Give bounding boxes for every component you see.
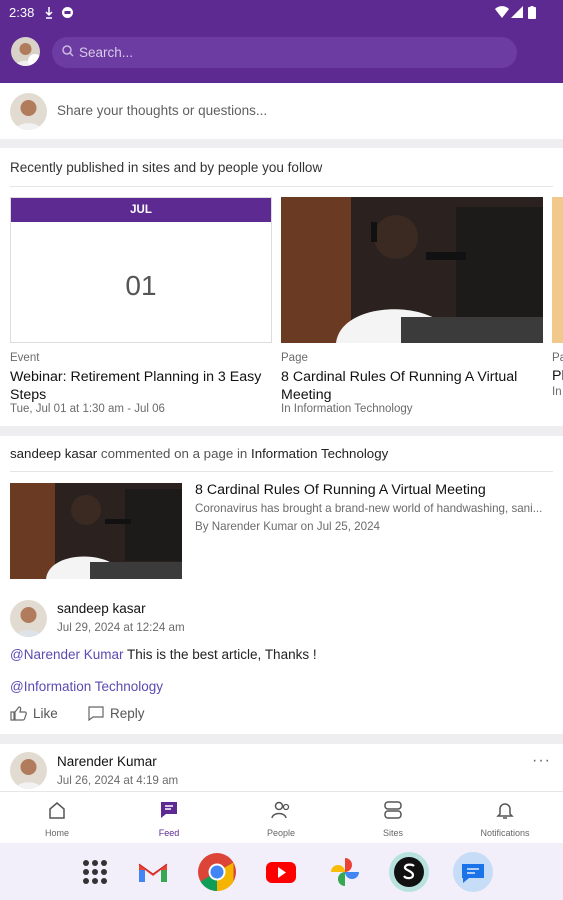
- nav-feed[interactable]: Feed: [124, 800, 214, 838]
- calendar-day: 01: [125, 270, 157, 301]
- site-name[interactable]: Information Technology: [251, 446, 388, 461]
- feed-post: Narender Kumar Jul 26, 2024 at 4:19 am ·…: [0, 744, 563, 794]
- thumbs-up-icon: [10, 706, 27, 721]
- search-input[interactable]: Search...: [79, 45, 133, 60]
- avatar-image: [15, 759, 42, 789]
- like-label: Like: [33, 706, 58, 721]
- actor-name[interactable]: sandeep kasar: [10, 446, 97, 461]
- item-meta: In: [552, 386, 562, 398]
- item-meta: In Information Technology: [281, 403, 413, 415]
- recent-item-partial-thumbnail[interactable]: [552, 197, 563, 343]
- calendar-month: JUL: [11, 198, 271, 222]
- calendar-thumbnail: JUL 01: [10, 197, 272, 343]
- sites-icon: [384, 801, 402, 819]
- menu-badge-icon: [28, 54, 40, 66]
- youtube-logo: [266, 862, 296, 883]
- site-mention[interactable]: @Information Technology: [10, 679, 163, 694]
- activity-action: commented on a page in: [97, 446, 251, 461]
- nav-sites[interactable]: Sites: [348, 800, 438, 838]
- item-title[interactable]: Webinar: Retirement Planning in 3 Easy S…: [10, 368, 265, 404]
- search-icon: [62, 45, 74, 57]
- people-icon: [271, 801, 290, 819]
- podcast-photo: [281, 197, 543, 343]
- home-icon: [49, 802, 65, 819]
- avatar-image: [15, 607, 42, 637]
- download-icon: [45, 7, 53, 19]
- nav-label: People: [266, 828, 296, 838]
- post-author[interactable]: Narender Kumar: [57, 754, 157, 769]
- article-byline: By Narender Kumar on Jul 25, 2024: [195, 520, 380, 533]
- activity-headline: sandeep kasar commented on a page in Inf…: [10, 446, 388, 461]
- article-title[interactable]: 8 Cardinal Rules Of Running A Virtual Me…: [195, 482, 486, 498]
- post-time: Jul 26, 2024 at 4:19 am: [57, 774, 179, 787]
- item-title[interactable]: Pl: [552, 368, 563, 384]
- user-mention[interactable]: @Narender Kumar: [10, 647, 124, 662]
- profile-avatar[interactable]: [11, 37, 40, 66]
- status-bar: 2:38: [0, 0, 563, 26]
- item-type: Event: [10, 352, 40, 364]
- item-title[interactable]: 8 Cardinal Rules Of Running A Virtual Me…: [281, 368, 536, 404]
- status-time: 2:38: [9, 5, 35, 20]
- search-bar[interactable]: Search...: [52, 37, 517, 68]
- bottom-navigation: Home Feed People Sites Notifications: [0, 791, 563, 843]
- nav-people[interactable]: People: [236, 800, 326, 838]
- messages-icon[interactable]: [453, 852, 493, 892]
- item-meta: Tue, Jul 01 at 1:30 am - Jul 06: [10, 403, 165, 415]
- nav-label: Notifications: [480, 828, 530, 838]
- divider: [10, 186, 553, 187]
- activity-card: sandeep kasar commented on a page in Inf…: [0, 436, 563, 734]
- system-dock: [0, 843, 563, 900]
- chrome-icon[interactable]: [197, 852, 237, 892]
- article-description: Coronavirus has brought a brand-new worl…: [195, 502, 543, 515]
- nav-label: Sites: [382, 828, 403, 838]
- feed-icon: [161, 802, 177, 818]
- item-type: Pa: [552, 352, 563, 364]
- divider: [10, 471, 553, 472]
- threads-logo: [394, 857, 424, 887]
- app-drawer-icon[interactable]: [75, 852, 115, 892]
- grid-dots-icon: [83, 860, 107, 884]
- wifi-icon: [495, 6, 509, 18]
- recent-published-card: Recently published in sites and by peopl…: [0, 148, 563, 426]
- section-heading: Recently published in sites and by peopl…: [10, 160, 323, 175]
- article-thumbnail[interactable]: [10, 483, 182, 579]
- podcast-photo: [10, 483, 182, 579]
- more-options-icon[interactable]: ···: [532, 752, 551, 770]
- reply-button[interactable]: Reply: [88, 706, 145, 721]
- page-thumbnail: [281, 197, 543, 343]
- item-type: Page: [281, 352, 308, 364]
- app-header: 2:38 Search...: [0, 0, 563, 83]
- avatar-image: [15, 100, 42, 130]
- messages-logo: [462, 864, 484, 883]
- compose-card: Share your thoughts or questions...: [0, 83, 563, 139]
- like-button[interactable]: Like: [10, 706, 58, 721]
- threads-icon[interactable]: [389, 852, 429, 892]
- post-avatar[interactable]: [10, 752, 47, 789]
- chrome-logo: [198, 853, 236, 892]
- gmail-logo: [138, 863, 168, 882]
- nav-notifications[interactable]: Notifications: [460, 800, 550, 838]
- nav-home[interactable]: Home: [12, 800, 102, 838]
- comment-text: This is the best article, Thanks !: [123, 647, 317, 662]
- signal-icon: [511, 6, 523, 18]
- notification-icon: [62, 7, 73, 18]
- battery-icon: [528, 6, 536, 19]
- comment-time: Jul 29, 2024 at 12:24 am: [57, 621, 185, 634]
- youtube-icon[interactable]: [261, 852, 301, 892]
- nav-label: Home: [44, 828, 69, 838]
- photos-icon[interactable]: [325, 852, 365, 892]
- comment-body: @Narender Kumar This is the best article…: [10, 647, 317, 662]
- gmail-icon[interactable]: [133, 852, 173, 892]
- avatar: [10, 93, 47, 130]
- comment-author[interactable]: sandeep kasar: [57, 601, 146, 616]
- compose-input[interactable]: Share your thoughts or questions...: [57, 103, 267, 118]
- reply-label: Reply: [110, 706, 145, 721]
- comment-icon: [88, 706, 104, 721]
- bell-icon: [496, 803, 514, 819]
- nav-label: Feed: [158, 828, 180, 838]
- photos-logo: [331, 858, 359, 886]
- comment-avatar[interactable]: [10, 600, 47, 637]
